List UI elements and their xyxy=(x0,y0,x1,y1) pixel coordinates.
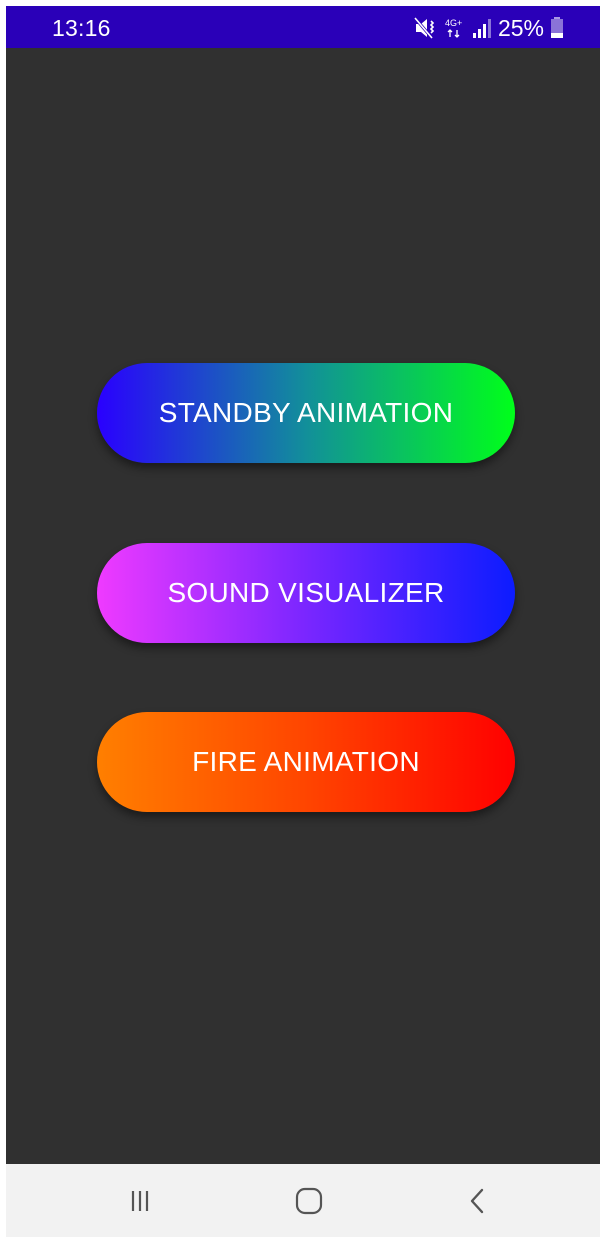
battery-percentage: 25% xyxy=(497,15,544,41)
back-icon xyxy=(468,1187,486,1215)
navigation-bar xyxy=(6,1164,600,1237)
mute-icon xyxy=(413,17,438,39)
standby-animation-button[interactable]: STANDBY ANIMATION xyxy=(97,363,515,463)
svg-text:4G+: 4G+ xyxy=(445,18,462,28)
status-bar: 13:16 4G+ 25% xyxy=(6,6,600,48)
recent-apps-button[interactable] xyxy=(110,1176,170,1226)
network-4g-icon: 4G+ xyxy=(444,17,466,39)
back-button[interactable] xyxy=(447,1176,507,1226)
fire-animation-button[interactable]: FIRE ANIMATION xyxy=(97,712,515,812)
phone-screen: 13:16 4G+ 25% STANDBY ANIMATION SOUND VI… xyxy=(6,6,600,1237)
recent-apps-icon xyxy=(130,1189,150,1213)
home-button[interactable] xyxy=(279,1176,339,1226)
status-time: 13:16 xyxy=(52,15,111,41)
status-icons: 4G+ 25% xyxy=(413,14,564,42)
signal-icon xyxy=(472,17,492,39)
home-icon xyxy=(295,1187,323,1215)
battery-icon xyxy=(550,17,564,39)
sound-visualizer-button[interactable]: SOUND VISUALIZER xyxy=(97,543,515,643)
main-screen: STANDBY ANIMATION SOUND VISUALIZER FIRE … xyxy=(6,48,600,1164)
